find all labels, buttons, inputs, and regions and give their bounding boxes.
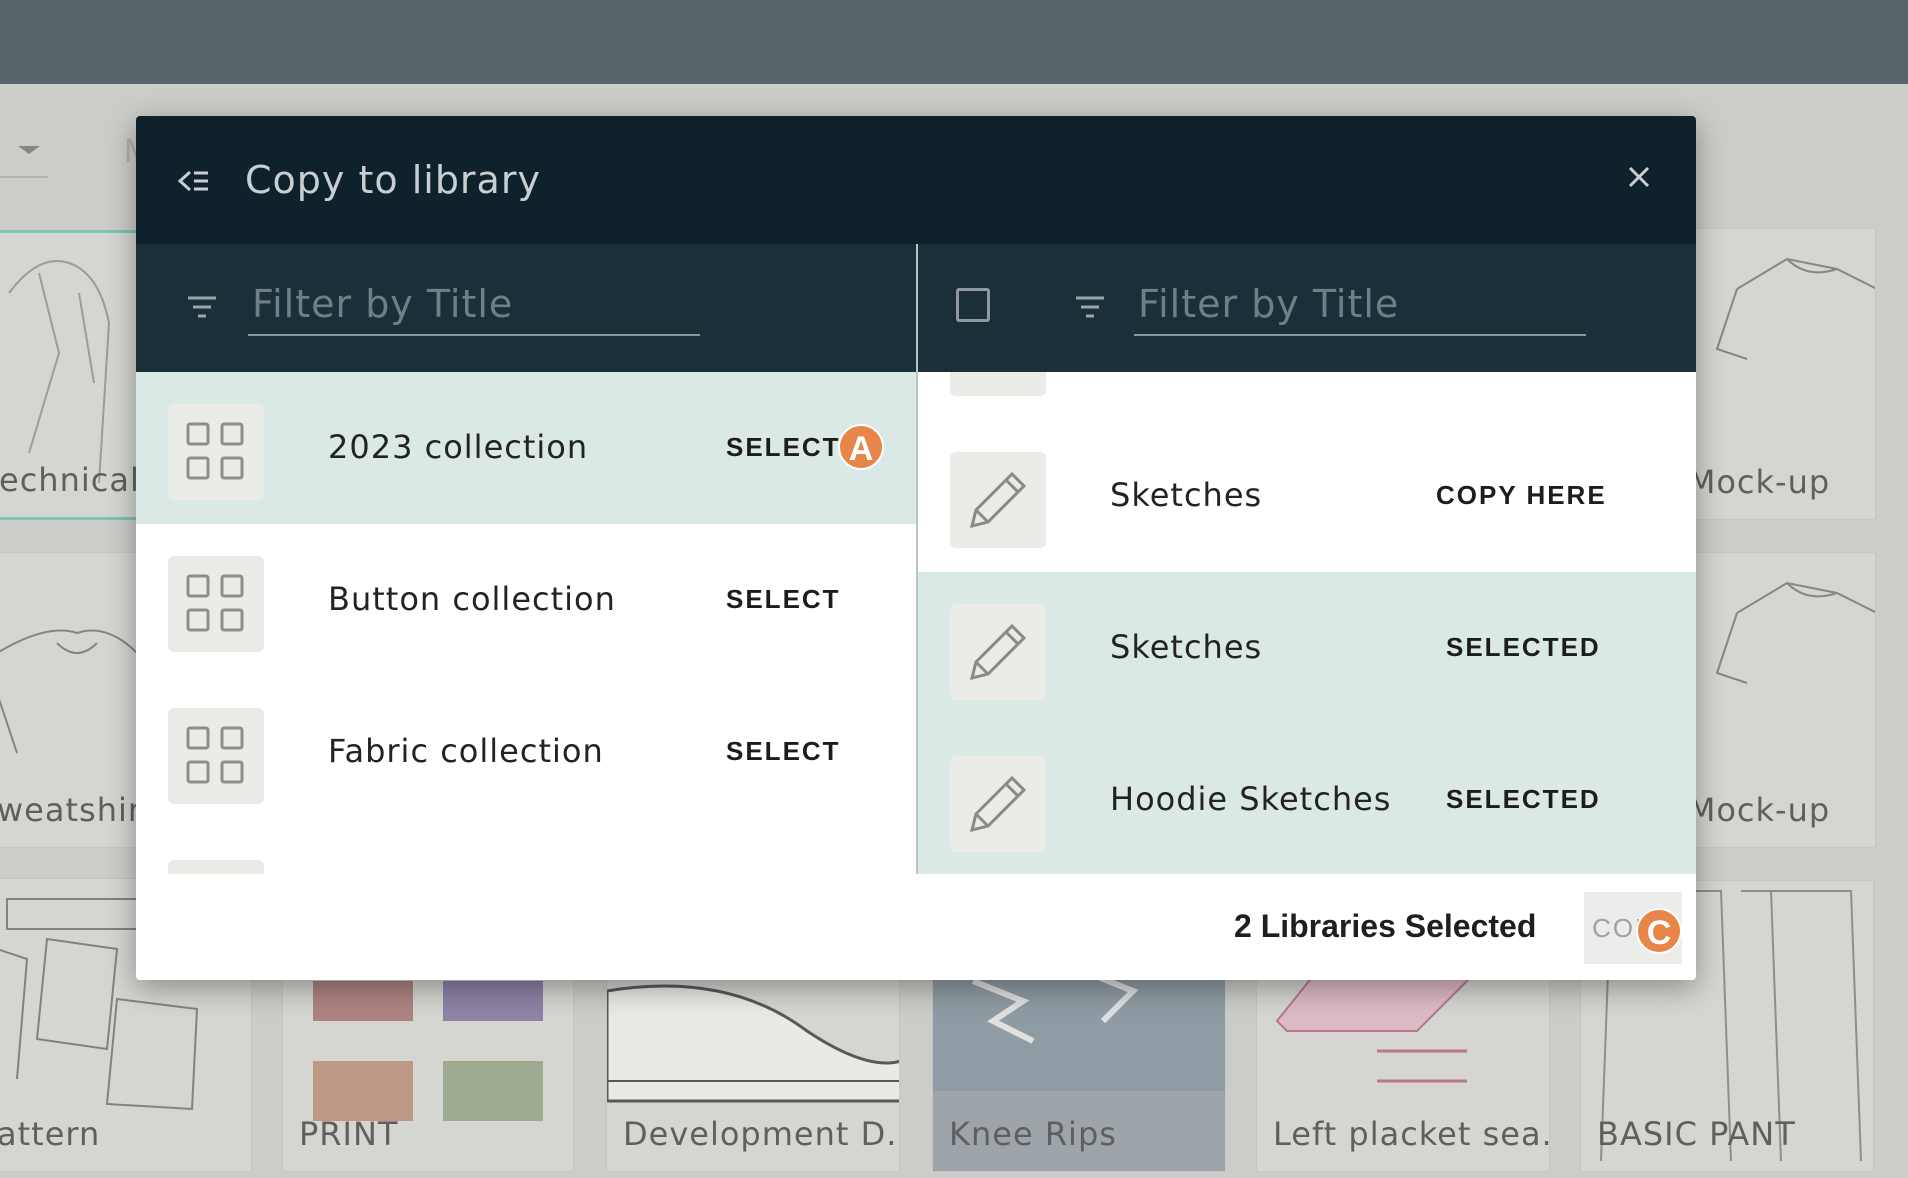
list-item[interactable]: Fabric collection SELECT [136,676,916,828]
selection-count: 2 Libraries Selected [1234,908,1537,944]
selected-button[interactable]: SELECTED [1446,632,1601,663]
copy-to-library-dialog: Copy to library 2023 collection SELECT A [136,116,1696,980]
item-title: Fabric collection [328,732,604,770]
selected-button[interactable]: SELECTED [1446,784,1601,815]
item-title: Sketches [1110,476,1263,514]
filter-list-icon [176,166,210,196]
source-filter-bar [136,244,916,372]
callout-badge: C [1636,908,1682,954]
grid-icon [168,404,264,500]
pencil-icon [950,452,1046,548]
list-item[interactable]: Hoodie Sketches SELECTED [918,724,1696,874]
pencil-icon [950,372,1046,396]
filter-icon [1074,294,1106,320]
dialog-title: Copy to library [245,158,541,202]
copy-here-button[interactable]: COPY HERE [1436,480,1607,511]
pencil-icon [950,604,1046,700]
destination-filter-bar [918,244,1696,372]
close-icon[interactable] [1624,162,1654,192]
item-title: 2023 collection [328,428,589,466]
list-item-partial[interactable] [918,372,1696,420]
filter-icon [186,294,218,320]
callout-badge: A [838,424,884,470]
list-item[interactable]: Button collection SELECT [136,524,916,676]
grid-icon [168,708,264,804]
list-item[interactable]: Sketches COPY HERE B [918,420,1696,572]
grid-icon [168,556,264,652]
item-title: Button collection [328,580,616,618]
list-item-partial[interactable] [136,828,916,874]
select-button[interactable]: SELECT [726,584,841,615]
destination-filter-input[interactable] [1134,274,1586,336]
source-library-list: 2023 collection SELECT A Button collecti… [136,372,916,874]
app-top-bar [0,0,1908,84]
item-title: Hoodie Sketches [1110,780,1392,818]
source-filter-input[interactable] [248,274,700,336]
select-button[interactable]: SELECT [726,736,841,767]
item-title: Sketches [1110,628,1263,666]
grid-icon [168,860,264,874]
pencil-icon [950,756,1046,852]
destination-library-list: Sketches COPY HERE B Sketches SELECTED H… [918,372,1696,874]
select-button[interactable]: SELECT [726,432,841,463]
dialog-header: Copy to library [136,116,1696,244]
select-all-checkbox[interactable] [956,288,990,322]
list-item[interactable]: 2023 collection SELECT A [136,372,916,524]
list-item[interactable]: Sketches SELECTED [918,572,1696,724]
